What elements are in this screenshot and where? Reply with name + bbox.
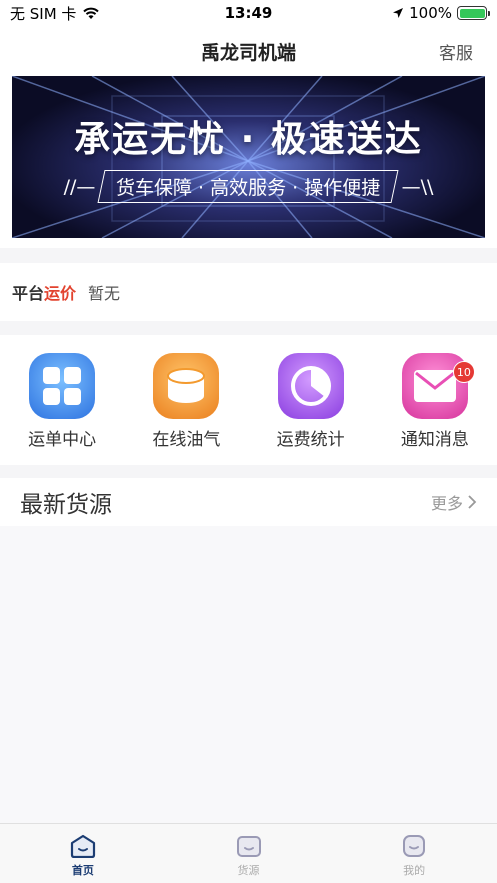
tab-label: 我的 [403, 864, 426, 877]
banner-left-decoration: //— [63, 175, 96, 198]
tab-goods[interactable]: 货源 [166, 824, 332, 883]
platform-price-label: 平台运价 [12, 280, 76, 304]
battery-icon [457, 6, 490, 20]
more-label: 更多 [430, 494, 463, 513]
battery-percent: 100% [409, 4, 452, 22]
banner-right-decoration: —\\ [401, 175, 434, 198]
grid-item-online-fuel[interactable]: 在线油气 [131, 353, 241, 450]
customer-service-button[interactable]: 客服 [439, 39, 473, 64]
banner-subtitle-row: //— 货车保障 · 高效服务 · 操作便捷 —\\ [12, 170, 485, 203]
tab-label: 首页 [71, 864, 94, 877]
promo-banner[interactable]: 承运无忧 · 极速送达 //— 货车保障 · 高效服务 · 操作便捷 —\\ [12, 76, 485, 238]
grid-item-freight-stats[interactable]: 运费统计 [256, 353, 366, 450]
tab-label: 货源 [237, 864, 260, 877]
location-arrow-icon [393, 8, 404, 18]
grid-label: 通知消息 [400, 430, 469, 450]
platform-price-row: 平台运价 暂无 [0, 263, 497, 321]
status-right: 100% [392, 4, 490, 22]
tab-home[interactable]: 首页 [0, 824, 166, 883]
wifi-icon [83, 7, 100, 19]
banner-subtitle-box: 货车保障 · 高效服务 · 操作便捷 [97, 170, 400, 203]
goods-tab-icon [236, 836, 261, 857]
status-left: 无 SIM 卡 [10, 3, 100, 24]
pie-chart-icon [277, 353, 344, 419]
carrier-label: 无 SIM 卡 [10, 4, 77, 23]
grid-label: 运费统计 [276, 430, 345, 450]
grid-item-waybill-center[interactable]: 运单中心 [7, 353, 117, 450]
nav-bar: 禹龙司机端 客服 [0, 26, 497, 76]
latest-goods-header: 最新货源 更多 [0, 478, 497, 526]
banner-subtitle: 货车保障 · 高效服务 · 操作便捷 [116, 177, 381, 199]
grid-label: 运单中心 [28, 430, 97, 450]
grid-squares-icon [29, 353, 96, 419]
page-title: 禹龙司机端 [200, 41, 296, 64]
price-label-part2: 运价 [44, 284, 77, 303]
banner-title: 承运无忧 · 极速送达 [74, 119, 423, 160]
status-bar: 无 SIM 卡 13:49 100% [0, 0, 497, 26]
notification-badge: 10 [452, 361, 475, 383]
tab-bar: 首页 货源 我的 [0, 823, 497, 883]
cylinder-icon [153, 353, 220, 419]
feature-grid: 运单中心 在线油气 运费统计 10 通知消息 [0, 335, 497, 465]
grid-label: 在线油气 [152, 430, 221, 450]
home-tab-icon [70, 834, 95, 858]
more-link[interactable]: 更多 [431, 490, 477, 514]
tab-profile[interactable]: 我的 [331, 824, 497, 883]
section-title: 最新货源 [20, 492, 112, 518]
chevron-right-icon [468, 495, 477, 509]
banner-container: 承运无忧 · 极速送达 //— 货车保障 · 高效服务 · 操作便捷 —\\ [0, 76, 497, 248]
price-label-part1: 平台 [12, 284, 45, 303]
platform-price-value: 暂无 [88, 284, 121, 303]
latest-goods-list [0, 526, 497, 823]
grid-item-notifications[interactable]: 10 通知消息 [380, 353, 490, 450]
profile-tab-icon [403, 835, 426, 857]
